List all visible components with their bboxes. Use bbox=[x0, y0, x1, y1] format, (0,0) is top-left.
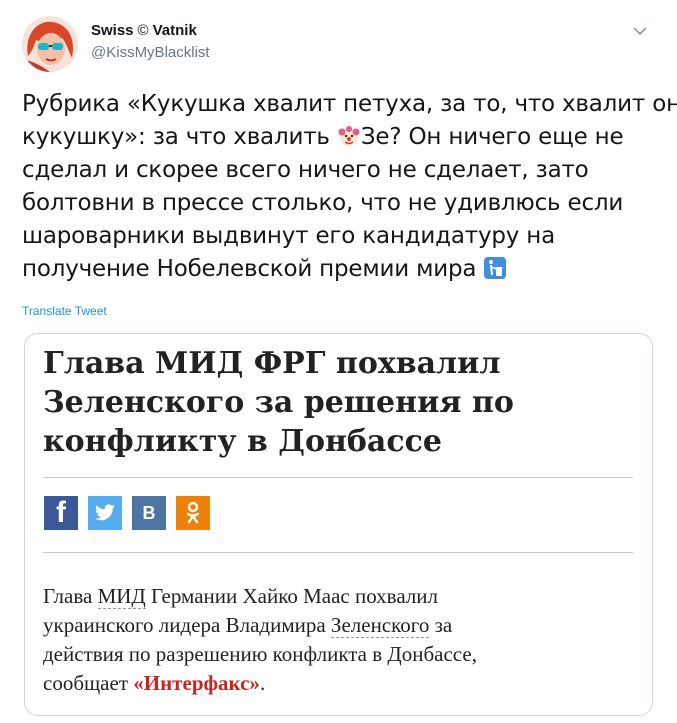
lead-text: Глава bbox=[43, 584, 98, 608]
lead-line: сообщает «Интерфакс». bbox=[43, 669, 643, 698]
avatar[interactable] bbox=[22, 16, 78, 72]
lead-text: . bbox=[259, 671, 266, 695]
tweet-line: болтовни в прессе столько, что не удивлю… bbox=[22, 190, 624, 216]
lead-line: действия по разрешению конфликта в Донба… bbox=[43, 642, 477, 666]
tweet-line: Рубрика «Кукушка хвалит петуха, за то, ч… bbox=[22, 91, 677, 117]
lead-text: за bbox=[429, 613, 453, 637]
tweet: Swiss © Vatnik @KissMyBlacklist Рубрика … bbox=[0, 0, 677, 723]
facebook-share-button[interactable]: f bbox=[44, 496, 78, 530]
lead-text: сообщает bbox=[43, 671, 134, 695]
author-handle[interactable]: @KissMyBlacklist bbox=[91, 44, 210, 61]
odnoklassniki-share-button[interactable] bbox=[176, 496, 210, 530]
display-name-suffix[interactable]: Vatnik bbox=[153, 22, 197, 39]
vk-share-button[interactable]: В bbox=[132, 496, 166, 530]
odnoklassniki-icon bbox=[186, 501, 200, 524]
twitter-bird-icon bbox=[95, 504, 115, 521]
divider bbox=[43, 552, 633, 553]
tweet-line-part: получение Нобелевской премии мира bbox=[22, 256, 477, 282]
lead-text: Германии Хайко Маас похвалил bbox=[145, 584, 439, 608]
lead-line: украинского лидера Владимира Зеленского … bbox=[43, 611, 643, 640]
lead-text: украинского лидера Владимира bbox=[43, 613, 331, 637]
tweet-line: сделал и скорее всего ничего не сделает,… bbox=[22, 157, 589, 183]
facebook-icon: f bbox=[56, 496, 66, 529]
litter-in-bin-icon bbox=[484, 257, 507, 279]
copyright-icon: © bbox=[137, 22, 149, 39]
tweet-line-part: кукушку»: за что хвалить bbox=[22, 124, 330, 150]
translate-tweet-link[interactable]: Translate Tweet bbox=[22, 304, 107, 318]
share-buttons: f В bbox=[44, 496, 210, 530]
display-name[interactable]: Swiss bbox=[91, 22, 134, 39]
term-link[interactable]: Зеленского bbox=[330, 613, 430, 638]
tweet-text: Рубрика «Кукушка хвалит петуха, за то, ч… bbox=[22, 88, 677, 286]
twitter-share-button[interactable] bbox=[88, 496, 122, 530]
card-headline-line: конфликту в Донбассе bbox=[43, 424, 442, 459]
card-headline: Глава МИД ФРГ похвалил Зеленского за реш… bbox=[43, 344, 633, 461]
link-card[interactable]: Глава МИД ФРГ похвалил Зеленского за реш… bbox=[24, 333, 653, 716]
source-link[interactable]: «Интерфакс» bbox=[133, 671, 260, 695]
card-headline-line: Зеленского за решения по bbox=[43, 385, 514, 420]
divider bbox=[43, 477, 633, 478]
author-name-row[interactable]: Swiss © Vatnik bbox=[91, 22, 197, 39]
card-lead-text: Глава МИД Германии Хайко Маас похвалил у… bbox=[43, 582, 643, 698]
tweet-line: получение Нобелевской премии мира bbox=[22, 253, 652, 286]
avatar-image bbox=[22, 16, 78, 72]
clown-face-icon bbox=[338, 126, 360, 146]
lead-line: Глава МИД Германии Хайко Маас похвалил bbox=[43, 582, 643, 611]
tweet-line: кукушку»: за что хвалить Зе? Он ничего е… bbox=[22, 121, 652, 154]
vk-icon: В bbox=[142, 502, 156, 523]
tweet-line-part: Зе? Он ничего еще не bbox=[360, 124, 624, 150]
term-link[interactable]: МИД bbox=[97, 584, 146, 609]
tweet-line: шароварники выдвинут его кандидатуру на bbox=[22, 223, 556, 249]
card-headline-line: Глава МИД ФРГ похвалил bbox=[43, 346, 501, 381]
chevron-down-icon[interactable] bbox=[631, 22, 649, 40]
